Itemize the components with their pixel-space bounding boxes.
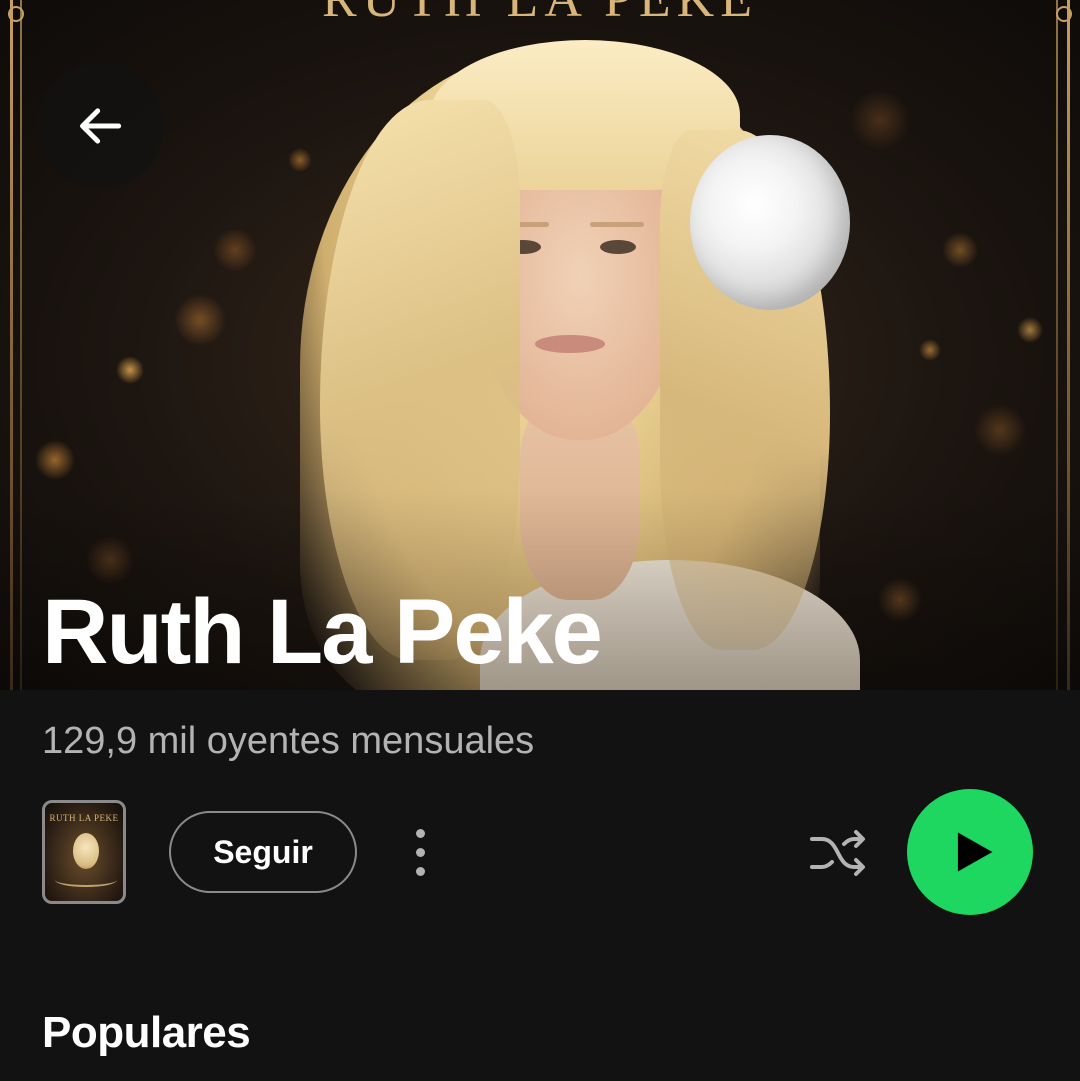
play-button[interactable] bbox=[907, 789, 1033, 915]
follow-button[interactable]: Seguir bbox=[169, 811, 357, 893]
artist-page: RUTH LA PEKE Ruth La P bbox=[0, 0, 1080, 1081]
arrow-left-icon bbox=[80, 108, 122, 144]
play-icon bbox=[957, 832, 993, 872]
portrait-lips bbox=[535, 335, 605, 353]
shuffle-button[interactable] bbox=[800, 815, 876, 891]
thumbnail-script-art bbox=[55, 873, 117, 887]
monthly-listeners: 129,9 mil oyentes mensuales bbox=[42, 720, 535, 762]
back-button[interactable] bbox=[37, 63, 163, 189]
more-vertical-icon bbox=[415, 847, 425, 857]
shuffle-icon bbox=[810, 830, 865, 876]
frame-ornament-icon bbox=[8, 6, 24, 22]
portrait-brow bbox=[590, 222, 644, 227]
frame-ornament-icon bbox=[1056, 6, 1072, 22]
artist-hero-image: RUTH LA PEKE Ruth La P bbox=[0, 0, 1080, 690]
portrait-eye bbox=[600, 240, 636, 254]
thumbnail-portrait bbox=[73, 833, 99, 869]
popular-section-title: Populares bbox=[42, 1008, 251, 1057]
more-vertical-icon bbox=[415, 866, 425, 876]
artist-name: Ruth La Peke bbox=[42, 581, 603, 683]
more-options-button[interactable] bbox=[396, 820, 444, 884]
more-vertical-icon bbox=[415, 828, 425, 838]
white-flower bbox=[690, 135, 850, 310]
cover-art-title: RUTH LA PEKE bbox=[0, 0, 1080, 29]
artist-pick-thumbnail[interactable]: RUTH LA PEKE bbox=[42, 800, 126, 904]
thumbnail-title: RUTH LA PEKE bbox=[49, 813, 119, 823]
